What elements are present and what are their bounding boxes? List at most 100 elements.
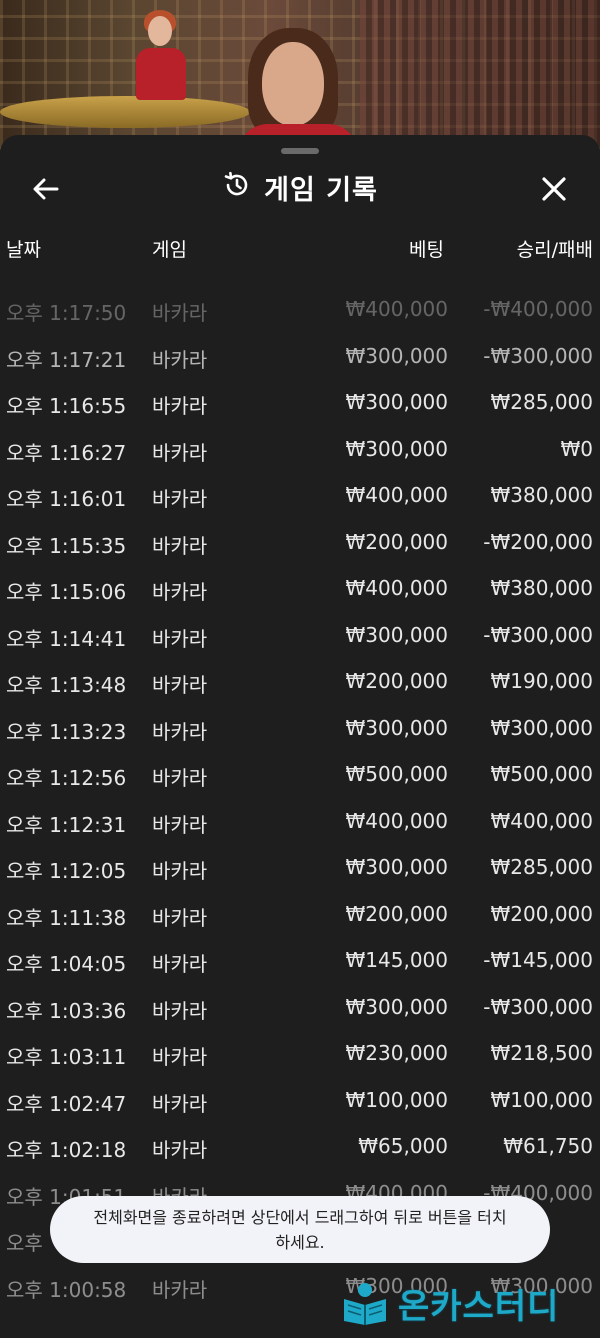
watermark-text: 온카스터디: [398, 1286, 560, 1327]
row-date: 오후 1:03:11: [6, 1045, 127, 1069]
row-date: 오후 1:15:35: [6, 533, 127, 558]
close-icon: [542, 177, 566, 201]
row-game: 바카라: [152, 905, 208, 930]
row-win-loss: ₩285,000: [490, 390, 593, 414]
history-row: 오후 1:13:23 바카라 ₩300,000 ₩300,000: [0, 706, 600, 753]
back-button[interactable]: [26, 169, 66, 209]
history-row: 오후 1:15:35 바카라 ₩200,000 -₩200,000: [0, 520, 600, 567]
history-row: 오후 1:02:18 바카라 ₩65,000 ₩61,750: [0, 1124, 600, 1171]
book-logo-icon: [344, 1283, 386, 1325]
history-row: 오후 1:03:11 바카라 ₩230,000 ₩218,500: [0, 1031, 600, 1078]
row-win-loss: -₩300,000: [483, 622, 593, 647]
history-row: 오후 1:04:05 바카라 ₩145,000 -₩145,000: [0, 938, 600, 985]
row-bet: ₩300,000: [345, 622, 448, 647]
row-date: 오후 1:04:05: [6, 952, 127, 976]
row-date: 오후 1:11:38: [6, 905, 127, 930]
live-dealer-video: [0, 0, 600, 150]
row-game: 바카라: [152, 998, 208, 1023]
video-gaming-table: [0, 96, 250, 128]
row-date: 오후 1:14:41: [6, 626, 127, 651]
row-date: 오후 1:16:55: [6, 394, 127, 418]
row-bet: ₩200,000: [345, 901, 448, 926]
row-bet: ₩230,000: [345, 1041, 448, 1065]
row-date: 오후 1:12:56: [6, 766, 127, 790]
row-game: 바카라: [152, 626, 208, 651]
row-game: 바카라: [152, 1138, 208, 1162]
row-win-loss: ₩218,500: [490, 1041, 593, 1065]
history-row: 오후 1:02:47 바카라 ₩100,000 ₩100,000: [0, 1078, 600, 1125]
close-button[interactable]: [534, 169, 574, 209]
row-date: 오후: [6, 1231, 43, 1255]
sheet-drag-handle[interactable]: [281, 148, 319, 154]
row-win-loss: ₩200,000: [490, 901, 593, 926]
row-bet: ₩200,000: [345, 529, 448, 554]
sheet-header: 게임 기록: [0, 165, 600, 209]
row-win-loss: ₩61,750: [503, 1134, 593, 1158]
row-bet: ₩300,000: [345, 343, 448, 368]
row-win-loss: ₩190,000: [490, 669, 593, 693]
row-date: 오후 1:17:21: [6, 347, 127, 372]
history-row: 오후 1:12:56 바카라 ₩500,000 ₩500,000: [0, 752, 600, 799]
history-row: 오후 1:12:31 바카라 ₩400,000 ₩400,000: [0, 799, 600, 846]
history-row: 오후 1:16:27 바카라 ₩300,000 ₩0: [0, 427, 600, 474]
row-game: 바카라: [152, 859, 208, 883]
row-win-loss: ₩300,000: [490, 715, 593, 740]
row-date: 오후 1:17:50: [6, 301, 127, 325]
history-list[interactable]: 오후 1:17:50 바카라 ₩400,000 -₩400,000 오후 1:17:21…: [0, 287, 600, 1310]
arrow-left-icon: [33, 178, 59, 200]
row-win-loss: -₩300,000: [483, 994, 593, 1019]
row-bet: ₩200,000: [345, 669, 448, 693]
row-win-loss: ₩380,000: [490, 483, 593, 507]
history-icon: [222, 170, 252, 204]
row-game: 바카라: [152, 1277, 208, 1302]
row-date: 오후 1:02:18: [6, 1138, 127, 1162]
row-bet: ₩400,000: [345, 483, 448, 507]
row-game: 바카라: [152, 673, 208, 697]
row-game: 바카라: [152, 952, 208, 976]
column-header-bet: 베팅: [409, 239, 444, 261]
row-date: 오후 1:16:27: [6, 440, 127, 465]
row-game: 바카라: [152, 487, 208, 511]
row-date: 오후 1:02:47: [6, 1091, 127, 1116]
row-date: 오후 1:16:01: [6, 487, 127, 511]
row-date: 오후 1:15:06: [6, 580, 127, 604]
history-row: 오후 1:14:41 바카라 ₩300,000 -₩300,000: [0, 613, 600, 660]
row-game: 바카라: [152, 580, 208, 604]
row-game: 바카라: [152, 766, 208, 790]
row-win-loss: -₩300,000: [483, 343, 593, 368]
row-date: 오후 1:12:05: [6, 859, 127, 883]
row-win-loss: -₩400,000: [483, 297, 593, 321]
row-bet: ₩145,000: [345, 948, 448, 972]
row-game: 바카라: [152, 533, 208, 558]
row-bet: ₩100,000: [345, 1087, 448, 1112]
row-date: 오후 1:13:48: [6, 673, 127, 697]
history-row: 오후 1:03:36 바카라 ₩300,000 -₩300,000: [0, 985, 600, 1032]
row-date: 오후 1:00:58: [6, 1277, 127, 1302]
video-dealer-background: [132, 10, 190, 100]
row-bet: ₩300,000: [345, 855, 448, 879]
history-row: 오후 1:13:48 바카라 ₩200,000 ₩190,000: [0, 659, 600, 706]
row-win-loss: -₩145,000: [483, 948, 593, 972]
row-win-loss: ₩500,000: [490, 762, 593, 786]
column-header-game: 게임: [152, 239, 187, 261]
row-bet: ₩500,000: [345, 762, 448, 786]
row-date: 오후 1:13:23: [6, 719, 127, 744]
history-row: 오후 1:17:50 바카라 ₩400,000 -₩400,000: [0, 287, 600, 334]
page-title: 게임 기록: [264, 174, 378, 206]
row-game: 바카라: [152, 440, 208, 465]
row-game: 바카라: [152, 719, 208, 744]
column-header-date: 날짜: [6, 239, 41, 261]
row-bet: ₩300,000: [345, 436, 448, 461]
row-bet: ₩300,000: [345, 994, 448, 1019]
row-game: 바카라: [152, 812, 208, 837]
row-bet: ₩300,000: [345, 715, 448, 740]
row-date: 오후 1:03:36: [6, 998, 127, 1023]
history-row: 오후 1:12:05 바카라 ₩300,000 ₩285,000: [0, 845, 600, 892]
video-dealer-foreground: [238, 28, 368, 150]
row-win-loss: ₩285,000: [490, 855, 593, 879]
row-game: 바카라: [152, 1091, 208, 1116]
history-row: 오후 1:16:01 바카라 ₩400,000 ₩380,000: [0, 473, 600, 520]
row-date: 오후 1:12:31: [6, 812, 127, 837]
watermark-logo: 온카스터디: [340, 1278, 600, 1328]
history-row: 오후 1:11:38 바카라 ₩200,000 ₩200,000: [0, 892, 600, 939]
